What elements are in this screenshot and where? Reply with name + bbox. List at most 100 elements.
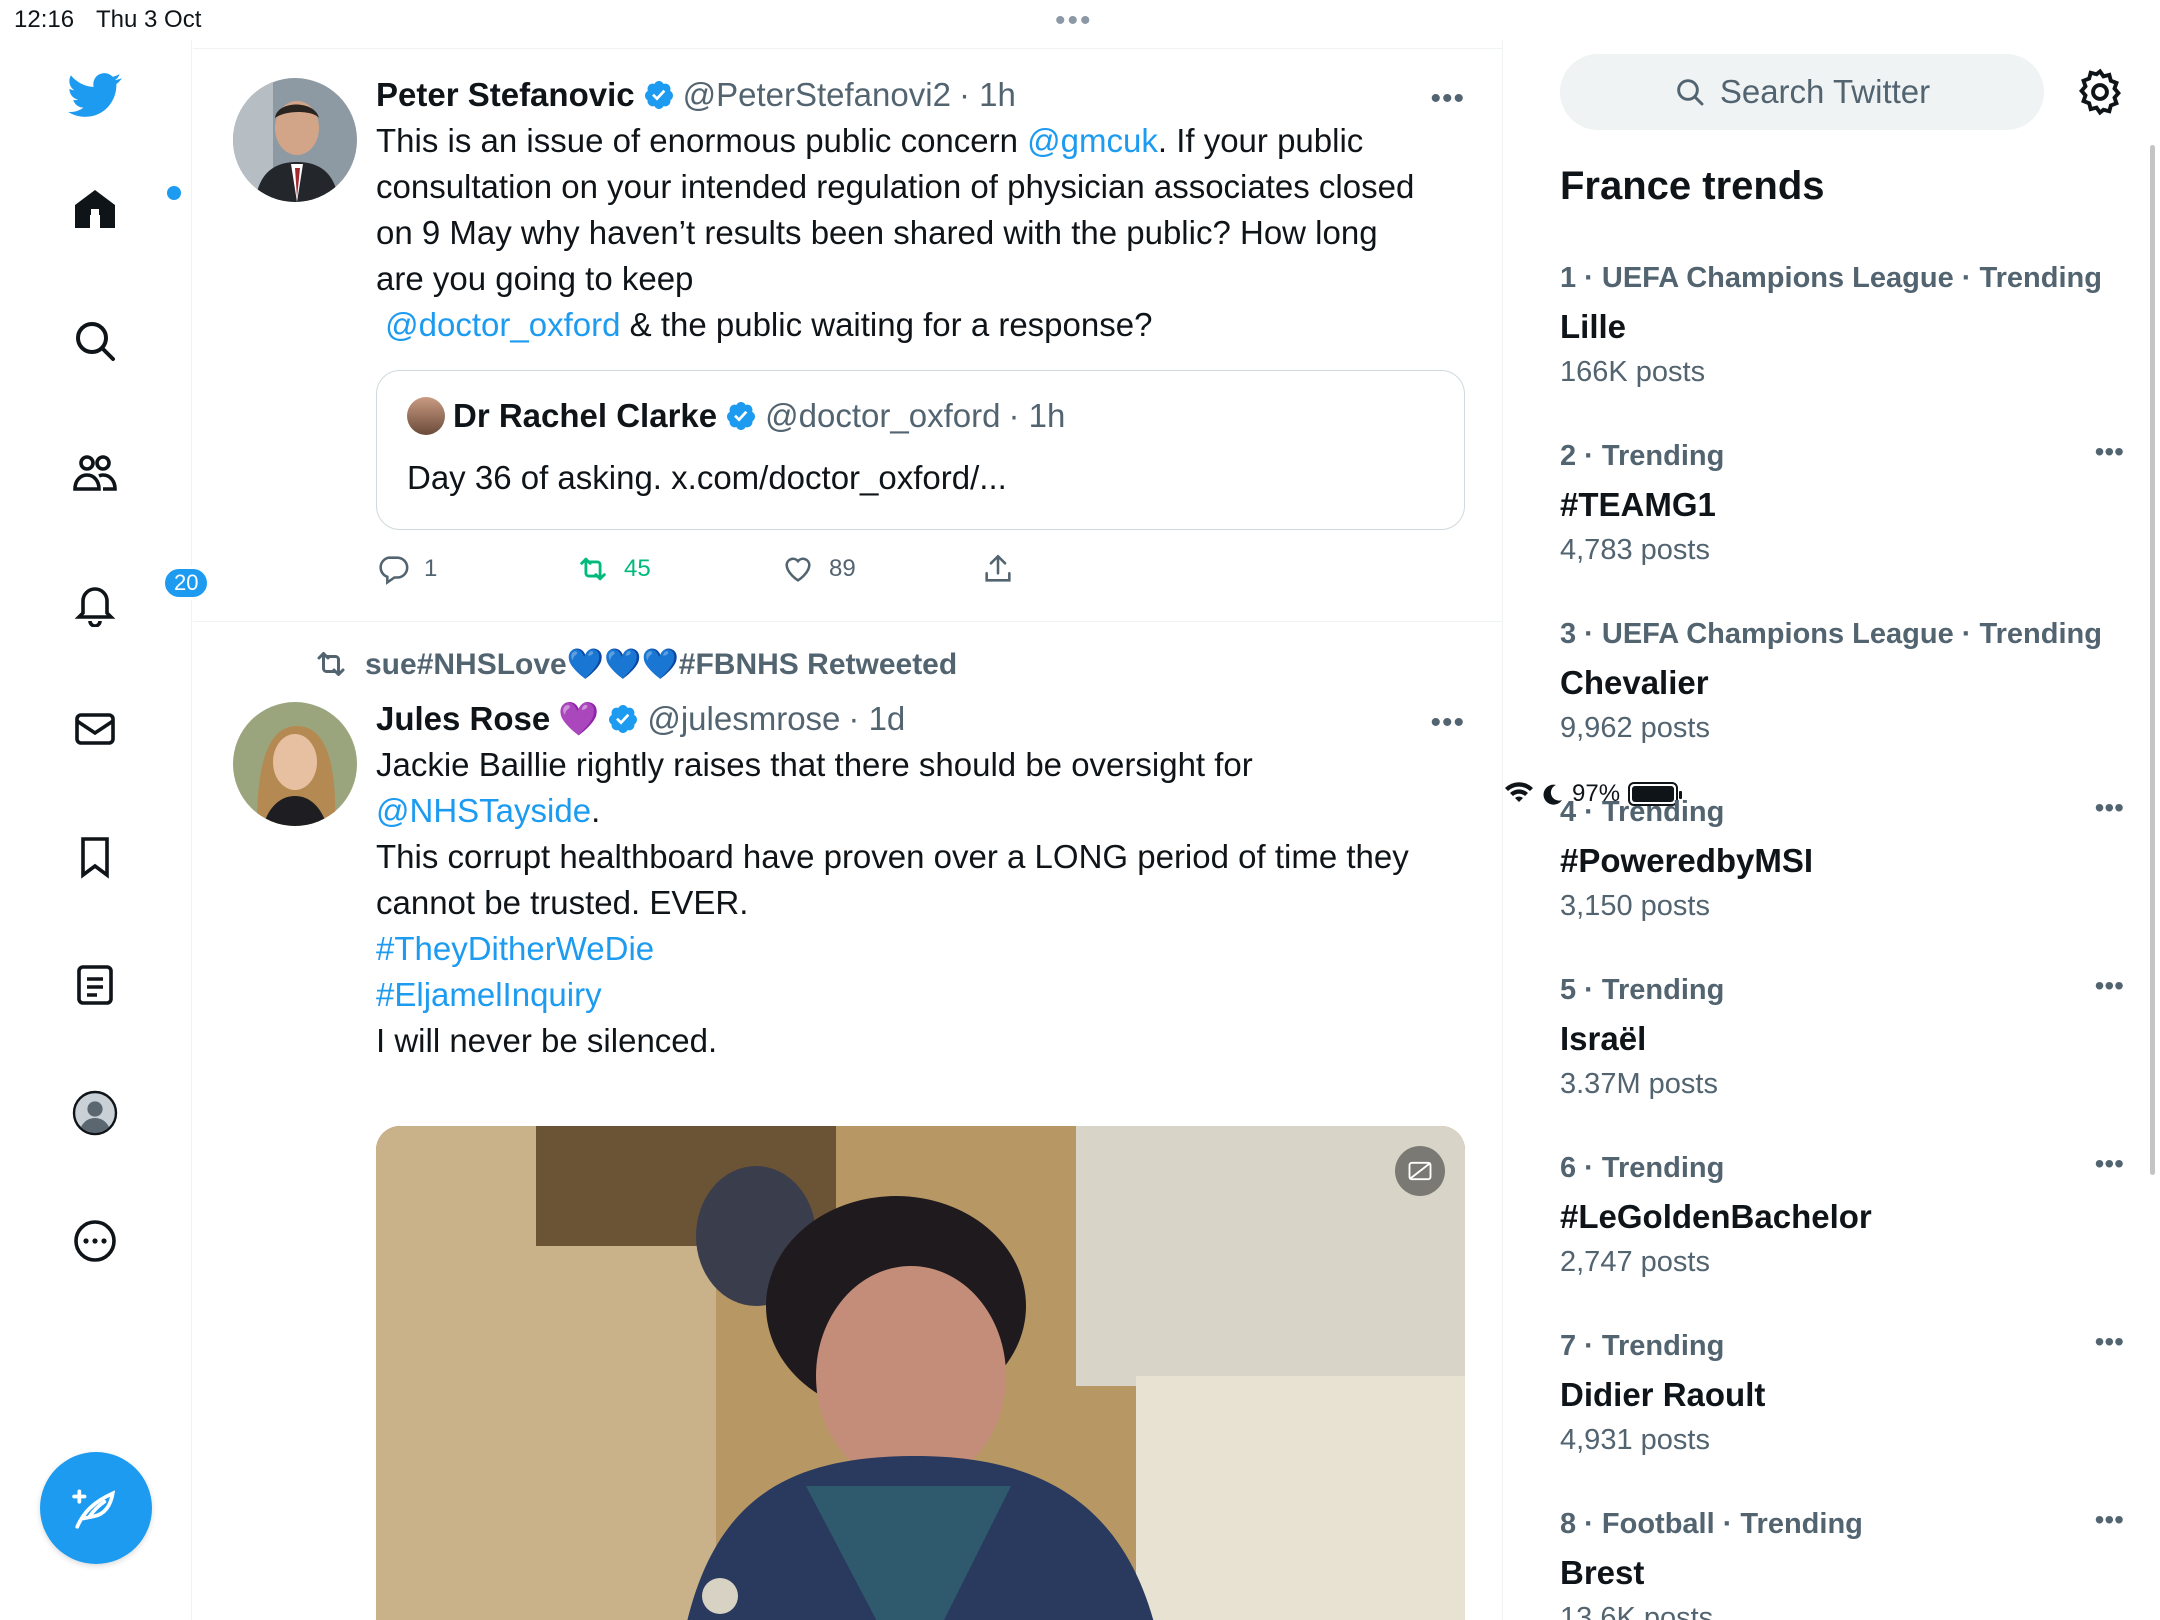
tweet-text-span: . If your public [1157,122,1364,159]
author-name[interactable]: Jules Rose [376,700,550,738]
reply-icon [379,556,409,585]
page-scrollbar[interactable] [2150,145,2155,1175]
trend-meta: 3 · UEFA Champions League · Trending [1560,618,2102,650]
search-placeholder: Search Twitter [1719,73,1931,110]
verified-badge-icon [644,81,673,109]
retweet-count: 45 [624,555,651,582]
tweet-text-span: . [591,792,601,829]
multitasking-dots-icon[interactable]: ••• [1055,4,1093,38]
quote-author-handle: @doctor_oxford [765,397,1001,434]
compose-tweet-button[interactable] [40,1452,152,1564]
gear-icon[interactable] [2074,66,2126,118]
compose-feather-icon [72,1489,116,1529]
trend-item[interactable]: 8 · Football · Trending Brest 13.6K post… [1560,1504,2124,1620]
trend-name: Didier Raoult [1560,1376,1766,1413]
tweet-header: Jules Rose 💜 @julesmrose · 1d [376,696,1456,742]
home-timeline[interactable]: Peter Stefanovic @PeterStefanovi2 · 1h T… [193,40,1503,1620]
trend-more-icon[interactable]: ••• [2095,970,2124,1002]
mention-link[interactable]: @gmcuk [1027,122,1158,159]
like-count: 89 [829,555,856,582]
twitter-logo-icon[interactable] [62,62,128,128]
hashtag-link[interactable]: #EljamelInquiry [376,972,1456,1018]
avatar[interactable] [233,78,357,202]
trend-meta: 7 · Trending [1560,1330,1725,1362]
trend-more-icon[interactable]: ••• [2095,1148,2124,1180]
media-toggle-icon [1408,1161,1432,1181]
trend-meta: 2 · Trending [1560,440,1725,472]
tweet-text-span: This is an issue of enormous public conc… [376,122,1028,159]
trend-count: 166K posts [1560,356,1706,388]
profile-avatar-icon [72,1090,118,1136]
tweet-body: Jules Rose 💜 @julesmrose · 1d Jackie Bai… [376,696,1456,1064]
trend-count: 3.37M posts [1560,1068,1718,1100]
nav-messages[interactable] [62,696,128,762]
tweet-video-thumbnail[interactable] [376,1126,1465,1620]
tweet-text-line: I will never be silenced. [376,1022,718,1059]
trend-more-icon[interactable]: ••• [2095,1326,2124,1358]
trend-more-icon[interactable]: ••• [2095,792,2124,824]
status-date: Thu 3 Oct [96,6,202,33]
trend-count: 13.6K posts [1560,1602,1714,1620]
trend-count: 3,150 posts [1560,890,1710,922]
like-button[interactable]: 89 [781,552,981,586]
trend-item[interactable]: 5 · Trending Israël 3.37M posts ••• [1560,970,2124,1106]
trend-item[interactable]: 3 · UEFA Champions League · Trending Che… [1560,618,2120,750]
reply-count: 1 [424,555,438,582]
author-handle[interactable]: @julesmrose [647,700,840,738]
tweet-time[interactable]: · 1h [959,76,1016,114]
retweet-icon [580,557,606,581]
right-sidebar: Search Twitter France trends 1 · UEFA Ch… [1504,40,2160,1620]
mail-icon [75,713,115,745]
tweet-text-span: & the public waiting for a response? [620,306,1153,343]
trend-more-icon[interactable]: ••• [2095,1504,2124,1536]
tweet-text-line: cannot be trusted. EVER. [376,884,749,921]
author-handle[interactable]: @PeterStefanovi2 [683,76,951,114]
nav-bookmarks[interactable] [62,824,128,890]
retweeted-by-line[interactable]: sue#NHSLove💙💙💙#FBNHS Retweeted [313,646,957,682]
tweet-more-icon[interactable]: ••• [1430,82,1465,116]
mention-link[interactable]: @doctor_oxford [385,306,620,343]
nav-communities[interactable] [62,440,128,506]
tweet-time[interactable]: · 1d [848,700,905,738]
nav-home[interactable] [62,176,181,242]
trend-name: Chevalier [1560,664,1709,701]
author-name[interactable]: Peter Stefanovic [376,76,635,114]
nav-explore[interactable] [62,308,128,374]
trend-item[interactable]: 1 · UEFA Champions League · Trending Lil… [1560,262,2120,394]
trend-more-icon[interactable]: ••• [2095,436,2124,468]
sensitive-media-icon[interactable] [1395,1146,1445,1196]
avatar[interactable] [233,702,357,826]
trend-item[interactable]: 6 · Trending #LeGoldenBachelor 2,747 pos… [1560,1148,2124,1284]
heart-icon [785,557,811,582]
nav-profile[interactable] [62,1080,128,1146]
tweet-more-icon[interactable]: ••• [1430,706,1465,740]
trend-count: 4,783 posts [1560,534,1710,566]
author-name-emoji: 💜 [558,699,600,737]
hashtag-link[interactable]: #TheyDitherWeDie [376,926,1456,972]
reply-button[interactable]: 1 [376,552,576,586]
retweet-button[interactable]: 45 [576,552,781,586]
search-input[interactable]: Search Twitter [1560,54,2044,130]
communities-icon [73,455,117,491]
nav-lists[interactable] [62,952,128,1018]
tweet-text-line: are you going to keep [376,260,694,297]
status-bar: 12:16 Thu 3 Oct ••• 97% [0,0,2160,807]
bookmark-icon [81,837,109,879]
tweet-divider [193,621,1502,622]
mention-link[interactable]: @NHSTayside [376,792,591,829]
quote-header: Dr Rachel Clarke @doctor_oxford · 1h [407,397,1065,435]
nav-more[interactable] [62,1208,128,1274]
bell-icon [74,587,116,627]
trend-item[interactable]: 7 · Trending Didier Raoult 4,931 posts •… [1560,1326,2124,1462]
trend-item[interactable]: 4 · Trending #PoweredbyMSI 3,150 posts •… [1560,792,2124,928]
list-icon [77,965,113,1005]
trends-heading: France trends [1560,164,1825,208]
trend-item[interactable]: 2 · Trending #TEAMG1 4,783 posts ••• [1560,436,2124,572]
quoted-tweet[interactable]: Dr Rachel Clarke @doctor_oxford · 1h Day… [376,370,1465,530]
quote-author-name: Dr Rachel Clarke [453,397,718,434]
trend-meta: 8 · Football · Trending [1560,1508,1863,1540]
trend-name: Israël [1560,1020,1647,1057]
nav-notifications[interactable]: 20 [62,566,211,636]
retweeted-by-text: sue#NHSLove💙💙💙#FBNHS Retweeted [365,647,958,681]
share-button[interactable] [981,552,1015,586]
